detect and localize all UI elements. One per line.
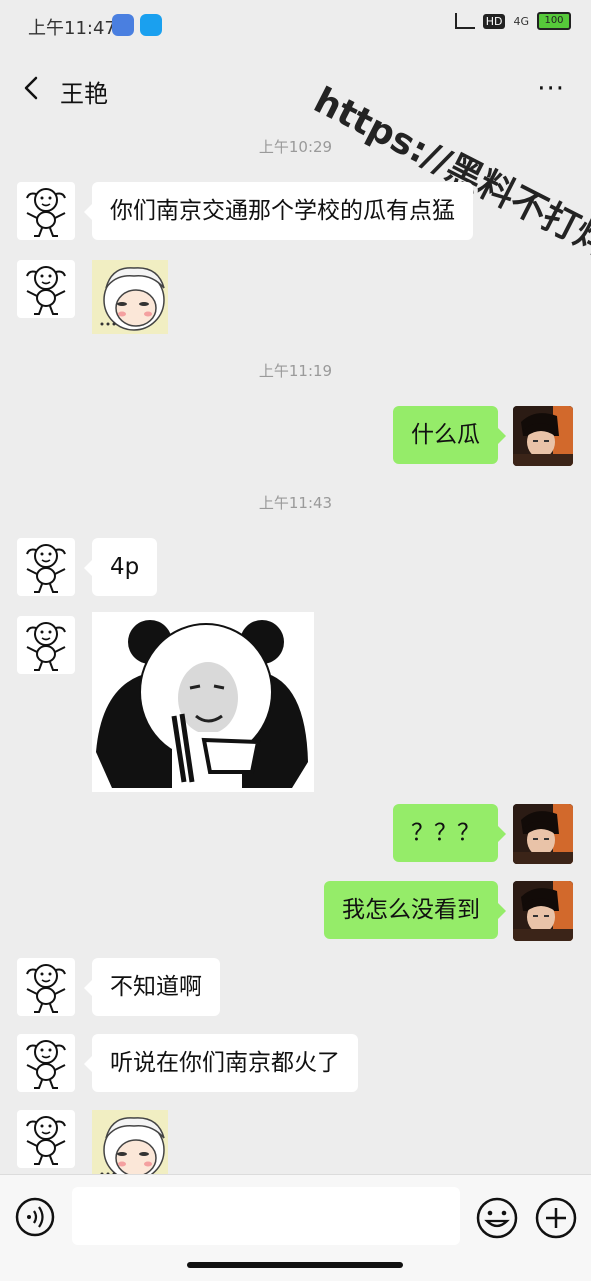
timestamp: 上午11:43 bbox=[258, 494, 333, 512]
my-avatar[interactable] bbox=[513, 881, 573, 941]
my-avatar[interactable] bbox=[513, 406, 573, 466]
home-indicator[interactable] bbox=[187, 1262, 403, 1268]
contact-avatar[interactable] bbox=[17, 538, 75, 596]
panda-meme-sticker[interactable] bbox=[92, 612, 314, 792]
status-indicators: HD 4G 100 bbox=[454, 12, 571, 30]
status-bar: 上午11:47 HD 4G 100 bbox=[0, 0, 591, 52]
goat-sticker[interactable] bbox=[92, 1110, 168, 1174]
message-bubble[interactable]: 听说在你们南京都火了 bbox=[84, 1034, 358, 1092]
network-label: 4G bbox=[513, 14, 529, 28]
message-bubble[interactable]: 什么瓜 bbox=[393, 406, 506, 464]
contact-avatar[interactable] bbox=[17, 1110, 75, 1168]
message-bubble[interactable]: 我怎么没看到 bbox=[324, 881, 506, 939]
more-icon[interactable]: ··· bbox=[537, 76, 565, 102]
message-input[interactable] bbox=[72, 1187, 460, 1245]
contact-avatar[interactable] bbox=[17, 616, 75, 674]
contact-name: 王艳 bbox=[60, 80, 108, 108]
message-bubble[interactable]: 你们南京交通那个学校的瓜有点猛 bbox=[84, 182, 473, 240]
battery-icon: 100 bbox=[537, 12, 571, 30]
message-bubble[interactable]: 不知道啊 bbox=[84, 958, 220, 1016]
voice-icon[interactable] bbox=[15, 1197, 55, 1237]
back-arrow-icon[interactable] bbox=[18, 74, 46, 102]
app-notification-icon bbox=[112, 14, 134, 36]
message-bubble[interactable]: 4p bbox=[83, 538, 158, 596]
status-time: 上午11:47 bbox=[28, 18, 116, 39]
contact-avatar[interactable] bbox=[17, 958, 75, 1016]
contact-avatar[interactable] bbox=[17, 260, 75, 318]
timestamp: 上午10:29 bbox=[258, 138, 333, 156]
my-avatar[interactable] bbox=[513, 804, 573, 864]
timestamp: 上午11:19 bbox=[258, 362, 333, 380]
goat-sticker[interactable] bbox=[92, 260, 168, 334]
emoji-icon[interactable] bbox=[476, 1197, 518, 1239]
contact-avatar[interactable] bbox=[17, 182, 75, 240]
plus-icon[interactable] bbox=[535, 1197, 577, 1239]
alipay-icon bbox=[140, 14, 162, 36]
signal-icon bbox=[454, 13, 475, 29]
contact-avatar[interactable] bbox=[17, 1034, 75, 1092]
message-bubble[interactable]: ？？？ bbox=[393, 804, 506, 862]
chat-header: 王艳 ··· bbox=[0, 60, 591, 116]
hd-badge: HD bbox=[482, 13, 506, 29]
